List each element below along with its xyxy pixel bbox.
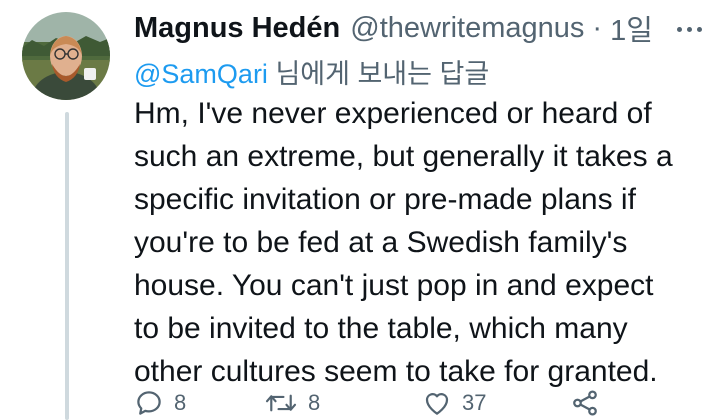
mention-link[interactable]: @SamQari xyxy=(134,59,268,89)
tweet-text-line: such an extreme, but generally it takes … xyxy=(134,140,673,173)
retweet-icon xyxy=(265,394,297,412)
replying-to: @SamQari 님에게 보내는 답글 xyxy=(134,52,489,91)
replying-to-suffix: 님에게 보내는 답글 xyxy=(267,59,490,89)
more-icon[interactable] xyxy=(674,14,704,44)
heart-icon xyxy=(425,393,449,415)
display-name[interactable]: Magnus Hedén xyxy=(134,12,340,45)
tweet-text-line: to be invited to the table, which many xyxy=(134,312,628,345)
like-count: 37 xyxy=(462,390,487,415)
tweet-text-line: you're to be fed at a Swedish family's xyxy=(134,226,628,259)
action-bar: 8 8 37 xyxy=(134,386,600,420)
tweet-text: Hm, I've never experienced or heard of s… xyxy=(134,92,709,393)
retweet-button[interactable]: 8 xyxy=(264,388,422,418)
tweet-header: Magnus Hedén @thewritemagnus · 1일 xyxy=(134,8,653,48)
tweet-text-line: specific invitation or pre-made plans if xyxy=(134,183,636,216)
user-handle[interactable]: @thewritemagnus xyxy=(350,12,584,45)
share-icon xyxy=(573,390,597,416)
avatar-photo xyxy=(22,12,110,100)
retweet-count: 8 xyxy=(308,390,321,415)
share-button[interactable] xyxy=(570,388,600,418)
reply-count: 8 xyxy=(174,390,187,415)
thread-line xyxy=(65,112,69,420)
tweet[interactable]: Magnus Hedén @thewritemagnus · 1일 @SamQa… xyxy=(0,0,720,420)
reply-button[interactable]: 8 xyxy=(134,388,264,418)
tweet-text-line: Hm, I've never experienced or heard of xyxy=(134,97,652,130)
timestamp[interactable]: 1일 xyxy=(610,7,653,49)
reply-icon xyxy=(137,391,161,415)
like-button[interactable]: 37 xyxy=(422,388,570,418)
separator-dot: · xyxy=(592,11,603,44)
avatar[interactable] xyxy=(22,12,110,100)
tweet-text-line: house. You can't just pop in and expect xyxy=(134,269,654,302)
